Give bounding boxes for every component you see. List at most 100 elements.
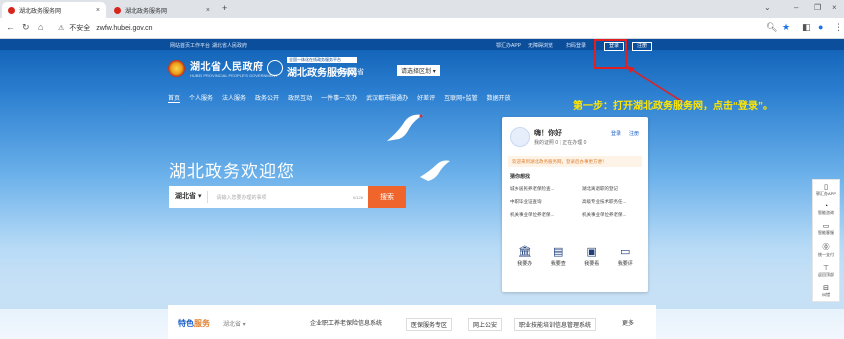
guess-item[interactable]: 机关事业单位养老保... — [582, 212, 626, 218]
menu-icon[interactable]: ⋮ — [834, 22, 843, 33]
link-accessibility[interactable]: 无障碍浏览 — [528, 42, 553, 49]
browser-tab-active[interactable]: 湖北政务服务网 × — [2, 2, 106, 18]
menu-item-one-thing[interactable]: 一件事一次办 — [321, 93, 357, 103]
guess-item[interactable]: 机关事业单位养老保... — [510, 212, 554, 218]
quick-link-view[interactable]: ▣ 我要看 — [584, 245, 599, 267]
city-skyline-background — [0, 229, 844, 309]
guess-item[interactable]: 高级专业技术职务任... — [582, 199, 626, 205]
featured-link[interactable]: 网上公安 — [468, 318, 503, 331]
quick-links: 🏛︎ 我要办 ▤ 我要查 ▣ 我要看 ▭ 我要评 — [508, 245, 642, 267]
close-window-icon[interactable]: × — [832, 3, 837, 12]
platform-emblem-icon — [267, 60, 283, 76]
up-arrow-icon: ⊤ — [822, 265, 830, 272]
welcome-notice: 欢迎来到湖北政务服务网，登录后办事更方便！ — [508, 156, 642, 167]
search-bar: 湖北省 ▾ 请输入您要办理的事项 0/128 搜索 — [169, 186, 406, 208]
floating-sidebar: ▯ 鄂汇办APP ◔ 智能咨询 ▭ 智能客服 ⓪ 统一支付 ⊤ 返回顶部 ⊟ 纠错 — [812, 179, 840, 302]
sidebar-item-top[interactable]: ⊤ 返回顶部 — [813, 261, 839, 281]
browser-tab[interactable]: 湖北政务服务网 × — [108, 2, 216, 18]
guess-item[interactable]: 城乡居民养老保险查... — [510, 186, 554, 192]
featured-region-label: 湖北省 — [223, 322, 242, 328]
menu-item-wuhan[interactable]: 武汉都市圈通办 — [366, 93, 408, 103]
quick-link-label: 我要办 — [517, 261, 533, 267]
location: ⚲ 湖北省 — [336, 67, 364, 77]
link-gov[interactable]: 湖北省人民政府 — [212, 42, 247, 49]
address-bar: ← ↻ ⌂ ⚠ 不安全 zwfw.hubei.gov.cn 🔍︎ ★ ◧ ● ⋮ — [0, 18, 844, 39]
back-icon[interactable]: ← — [6, 22, 15, 32]
featured-region-select[interactable]: 湖北省 ▾ — [223, 319, 246, 328]
featured-title-b: 服务 — [194, 319, 210, 328]
user-stats: 我的证照 0 | 正在办理 0 — [534, 140, 587, 146]
quick-link-evaluate[interactable]: ▭ 我要评 — [618, 245, 633, 267]
quick-link-query[interactable]: ▤ 我要查 — [551, 245, 566, 267]
caret-down-icon: ▾ — [432, 69, 436, 75]
card-login-button[interactable]: 登录 — [608, 129, 624, 138]
sidepanel-icon[interactable]: ◧ — [802, 22, 811, 33]
user-card: 嗨！你好 我的证照 0 | 正在办理 0 登录 注册 欢迎来到湖北政务服务网，登… — [502, 117, 648, 292]
close-tab-icon[interactable]: × — [96, 7, 100, 14]
comment-icon: ▭ — [620, 246, 631, 258]
browser-tab-bar: 湖北政务服务网 × 湖北政务服务网 × + ⌄ – ❐ × — [0, 0, 844, 18]
url-field[interactable]: ⚠ 不安全 zwfw.hubei.gov.cn — [58, 21, 778, 35]
search-char-count: 0/128 — [352, 194, 363, 200]
caret-down-icon: ▾ — [197, 193, 202, 200]
menu-item-supervision[interactable]: 互联网+监管 — [444, 93, 478, 103]
menu-item-home[interactable]: 首页 — [168, 93, 181, 103]
menu-item-legal[interactable]: 法人服务 — [222, 93, 246, 103]
menu-item-data[interactable]: 数据开放 — [487, 93, 511, 103]
featured-title: 特色服务 — [178, 318, 210, 329]
sidebar-item-service[interactable]: ▭ 智能客服 — [813, 219, 839, 239]
featured-link[interactable]: 职业技能培训信息管理系统 — [514, 318, 597, 331]
in-progress[interactable]: 正在办理 0 — [562, 140, 586, 146]
sidebar-label: 智能客服 — [818, 230, 834, 235]
step-annotation: 第一步：打开湖北政务服务网，点击“登录”。 — [573, 101, 773, 112]
gov-logo[interactable]: 湖北省人民政府 HUBEI PROVINCIAL PEOPLE'S GOVERN… — [168, 58, 278, 78]
tab-title: 湖北政务服务网 — [125, 8, 168, 15]
my-licenses[interactable]: 我的证照 0 — [534, 140, 558, 146]
quick-link-label: 我要看 — [584, 261, 600, 267]
sidebar-item-pay[interactable]: ⓪ 统一支付 — [813, 239, 839, 261]
link-app[interactable]: 鄂汇办APP — [496, 42, 521, 49]
guess-item[interactable]: 湖北离退职的登记 — [582, 186, 618, 192]
card-register-button[interactable]: 注册 — [626, 129, 642, 138]
sidebar-item-app[interactable]: ▯ 鄂汇办APP — [813, 180, 839, 200]
main-menu: 首页 个人服务 法人服务 政务公开 政民互动 一件事一次办 武汉都市圈通办 好差… — [168, 93, 511, 103]
register-button[interactable]: 注册 — [632, 42, 653, 51]
avatar-icon — [510, 127, 530, 147]
region-select[interactable]: 请选择区划 ▾ — [397, 65, 440, 76]
quick-link-handle[interactable]: 🏛︎ 我要办 — [517, 245, 532, 267]
profile-icon[interactable]: ● — [818, 22, 823, 32]
user-greeting: 嗨！你好 — [534, 130, 562, 137]
site-favicon-icon — [8, 6, 15, 14]
search-button[interactable]: 搜索 — [368, 186, 406, 208]
reload-icon[interactable]: ↻ — [22, 22, 30, 33]
crane-icon — [387, 114, 423, 141]
maximize-icon[interactable]: ❐ — [814, 3, 821, 12]
featured-link[interactable]: 企业职工养老保险信息系统 — [310, 318, 382, 327]
featured-link[interactable]: 医保服务专区 — [406, 318, 453, 331]
sidebar-item-consult[interactable]: ◔ 智能咨询 — [813, 200, 839, 219]
zoom-icon[interactable]: 🔍︎ — [766, 22, 777, 33]
menu-item-interaction[interactable]: 政民互动 — [288, 93, 312, 103]
menu-item-public[interactable]: 政务公开 — [255, 93, 279, 103]
link-platform[interactable]: 网站首页工作平台 — [170, 42, 210, 49]
new-tab-icon[interactable]: + — [222, 3, 227, 13]
dropdown-icon[interactable]: ⌄ — [764, 3, 771, 12]
search-scope-select[interactable]: 湖北省 ▾ — [169, 191, 209, 203]
security-label: 不安全 — [69, 25, 91, 32]
location-text: 湖北省 — [343, 69, 365, 76]
bookmark-star-icon[interactable]: ★ — [782, 22, 790, 33]
close-tab-icon[interactable]: × — [206, 7, 210, 14]
more-link[interactable]: 更多 — [622, 318, 634, 327]
sidebar-item-feedback[interactable]: ⊟ 纠错 — [813, 281, 839, 301]
home-icon[interactable]: ⌂ — [38, 22, 43, 32]
guess-item[interactable]: 中职毕业证查询 — [510, 199, 542, 205]
minimize-icon[interactable]: – — [794, 3, 798, 12]
number-icon: ⓪ — [822, 244, 830, 251]
quick-link-label: 我要查 — [550, 261, 566, 267]
menu-item-personal[interactable]: 个人服务 — [189, 93, 213, 103]
link-qr-login[interactable]: 扫码登录 — [566, 42, 586, 49]
menu-item-evaluation[interactable]: 好差评 — [417, 93, 435, 103]
search-scope-label: 湖北省 — [175, 193, 196, 200]
search-input[interactable]: 请输入您要办理的事项 — [216, 194, 353, 201]
region-select-label: 请选择区划 — [401, 69, 432, 75]
